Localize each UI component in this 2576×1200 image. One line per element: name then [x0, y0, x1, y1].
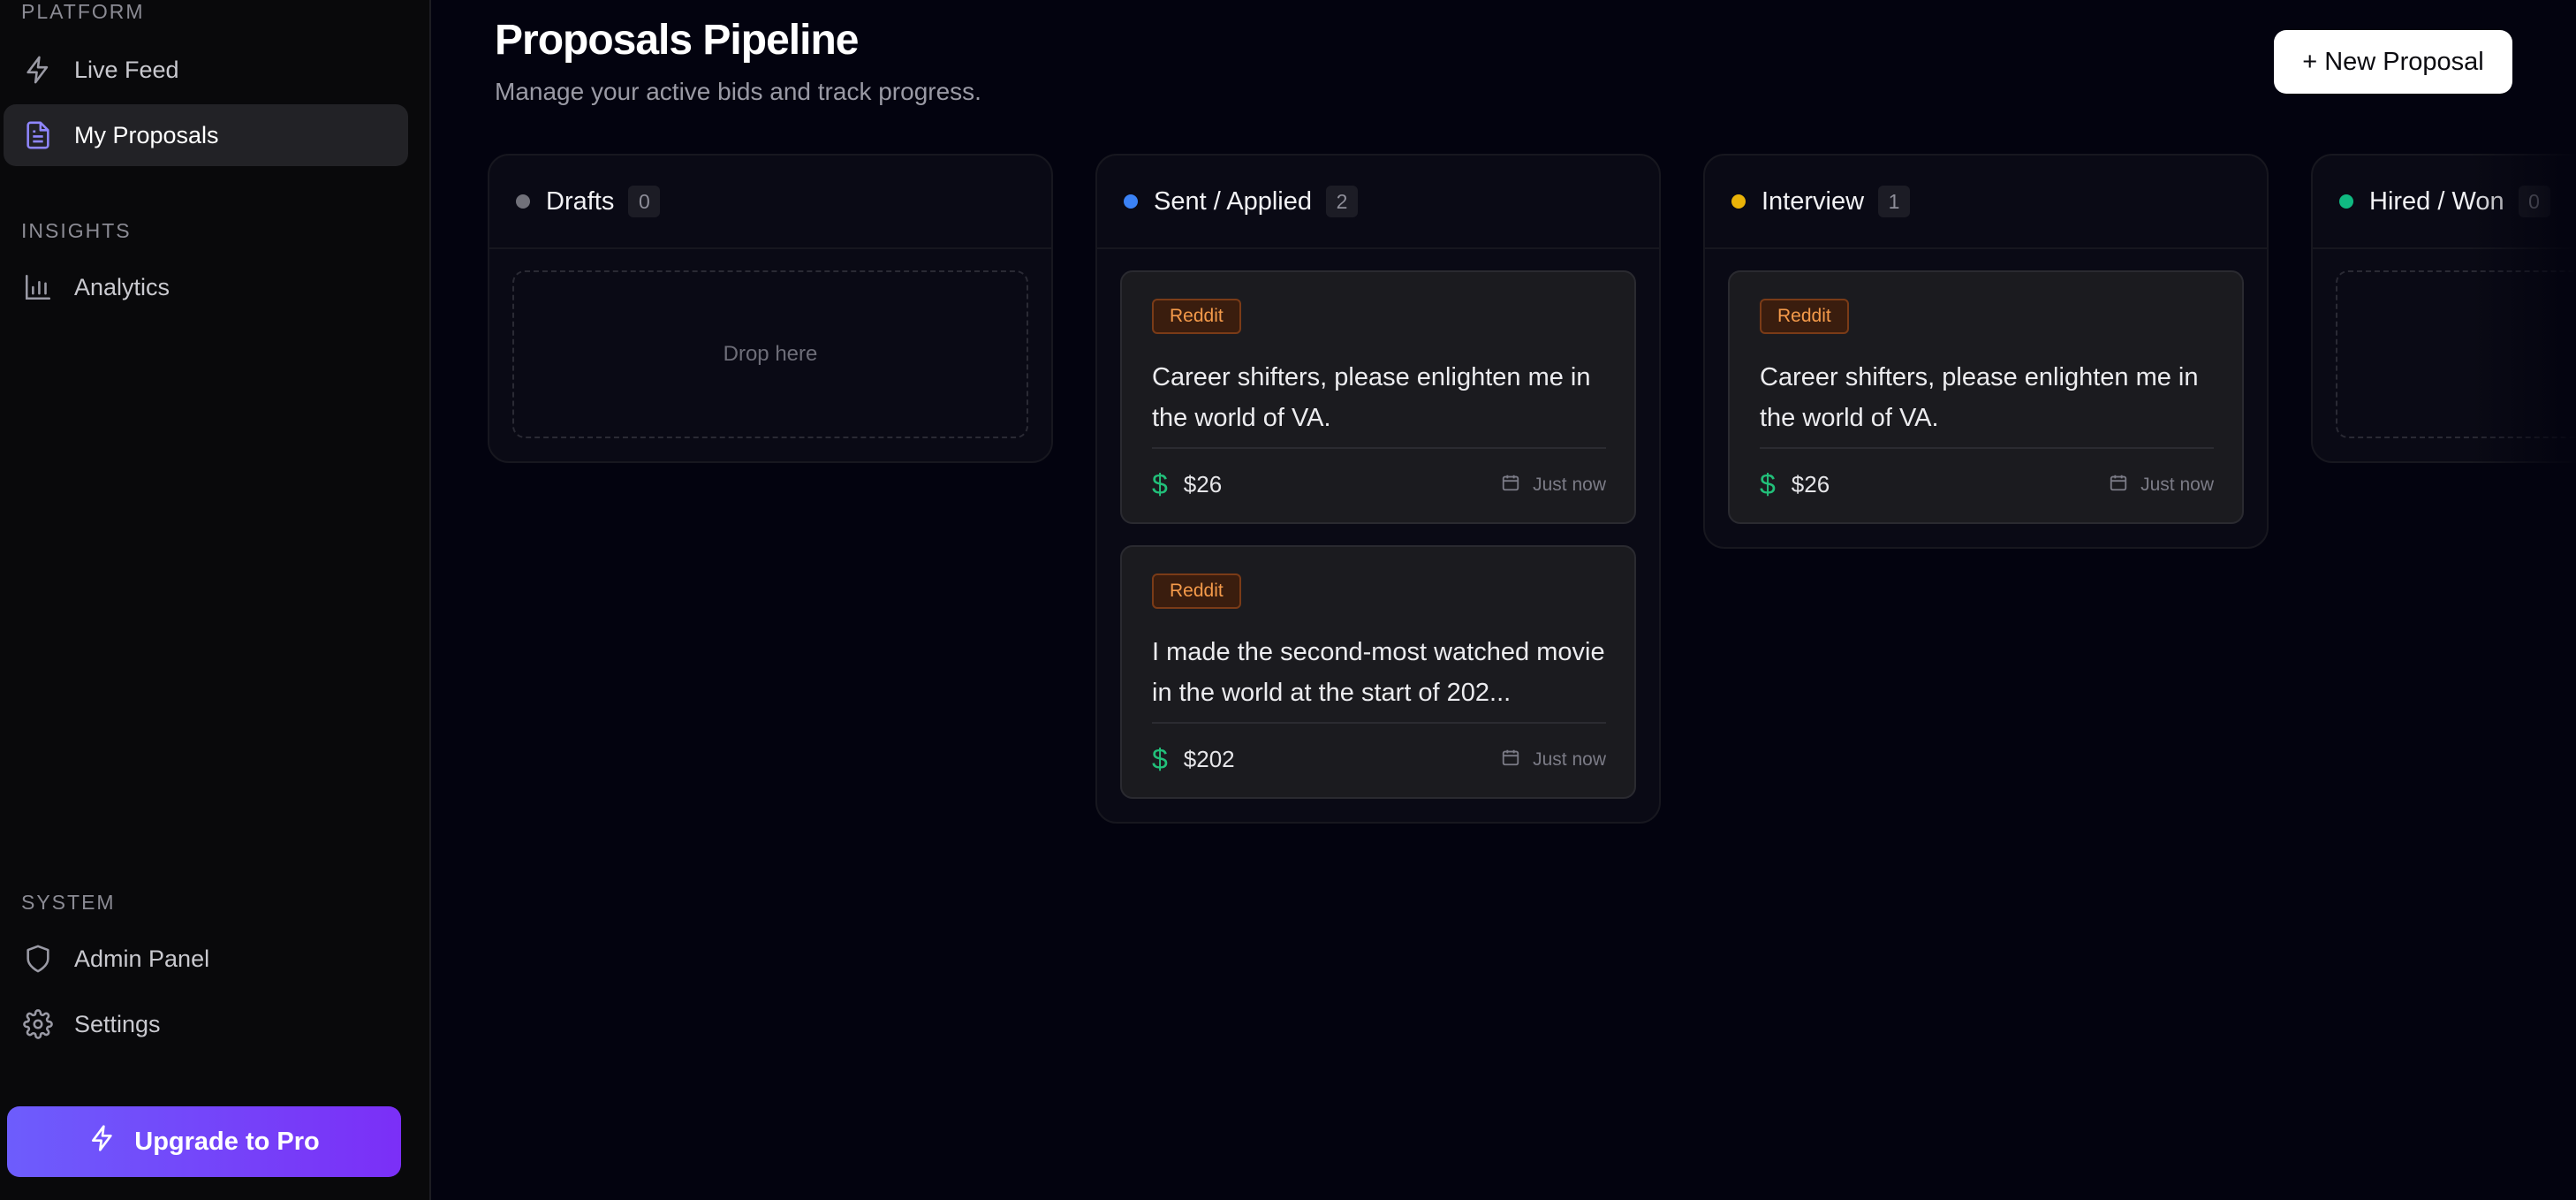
calendar-icon — [1501, 748, 1520, 772]
dollar-icon: $ — [1152, 468, 1168, 500]
proposal-title: I made the second-most watched movie in … — [1152, 638, 1605, 707]
lightning-icon — [21, 53, 55, 87]
source-tag: Reddit — [1152, 299, 1241, 334]
sidebar-item-label: Settings — [74, 1010, 161, 1037]
date-value: Just now — [1533, 748, 1606, 770]
sidebar-item-label: Admin Panel — [74, 945, 210, 972]
kanban-board: Drafts 0 Drop here Sent / Applied 2 Redd… — [433, 150, 2576, 1200]
sidebar-item-admin-panel[interactable]: Admin Panel — [4, 928, 408, 990]
column-hired-won: Hired / Won 0 — [2311, 154, 2576, 463]
sidebar-item-settings[interactable]: Settings — [4, 993, 408, 1055]
price: $ $26 — [1152, 468, 1222, 501]
sidebar-item-analytics[interactable]: Analytics — [4, 256, 408, 318]
document-icon — [21, 118, 55, 152]
bar-chart-icon — [21, 270, 55, 304]
card-footer: $ $202 Just now — [1152, 722, 1606, 776]
sidebar-item-label: Analytics — [74, 273, 170, 300]
status-dot — [516, 194, 530, 209]
column-header: Interview 1 — [1705, 156, 2267, 249]
column-body: Reddit Career shifters, please enlighten… — [1705, 249, 2267, 547]
column-header: Sent / Applied 2 — [1097, 156, 1659, 249]
column-header: Drafts 0 — [489, 156, 1051, 249]
price: $ $202 — [1152, 743, 1235, 776]
column-title: Hired / Won — [2369, 186, 2504, 216]
date: Just now — [1501, 473, 1606, 497]
column-sent-applied: Sent / Applied 2 Reddit Career shifters,… — [1095, 154, 1661, 824]
column-interview: Interview 1 Reddit Career shifters, plea… — [1703, 154, 2269, 549]
card-footer: $ $26 Just now — [1152, 447, 1606, 501]
status-dot — [2339, 194, 2353, 209]
sidebar-item-my-proposals[interactable]: My Proposals — [4, 104, 408, 166]
source-tag: Reddit — [1760, 299, 1849, 334]
upgrade-to-pro-button[interactable]: Upgrade to Pro — [7, 1106, 401, 1177]
column-body: Reddit Career shifters, please enlighten… — [1097, 249, 1659, 822]
column-title: Interview — [1762, 186, 1865, 216]
column-header: Hired / Won 0 — [2313, 156, 2576, 249]
status-dot — [1124, 194, 1138, 209]
date-value: Just now — [1533, 474, 1606, 495]
price: $ $26 — [1760, 468, 1830, 501]
date: Just now — [1501, 748, 1606, 772]
price-value: $26 — [1791, 471, 1830, 497]
calendar-icon — [1501, 473, 1520, 497]
price-value: $202 — [1183, 746, 1235, 772]
drop-zone[interactable] — [2336, 270, 2576, 438]
sidebar-item-live-feed[interactable]: Live Feed — [4, 39, 408, 101]
card-footer: $ $26 Just now — [1760, 447, 2214, 501]
upgrade-label: Upgrade to Pro — [134, 1127, 320, 1156]
dollar-icon: $ — [1152, 743, 1168, 775]
app-root: PLATFORM Live Feed My Proposals INSIGHTS… — [0, 0, 2576, 1200]
column-title: Drafts — [546, 186, 615, 216]
section-label-system: SYSTEM — [21, 891, 116, 914]
column-body: Drop here — [489, 249, 1051, 461]
proposal-title: Career shifters, please enlighten me in … — [1152, 363, 1591, 432]
proposal-title: Career shifters, please enlighten me in … — [1760, 363, 2199, 432]
date-value: Just now — [2140, 474, 2214, 495]
column-drafts: Drafts 0 Drop here — [488, 154, 1053, 463]
sidebar-item-label: My Proposals — [74, 121, 219, 148]
page-title: Proposals Pipeline — [495, 17, 859, 64]
status-dot — [1731, 194, 1746, 209]
sidebar: PLATFORM Live Feed My Proposals INSIGHTS… — [0, 0, 431, 1200]
new-proposal-button[interactable]: + New Proposal — [2274, 30, 2512, 94]
proposal-card[interactable]: Reddit I made the second-most watched mo… — [1120, 545, 1636, 799]
section-label-insights: INSIGHTS — [21, 219, 132, 242]
column-count-badge: 2 — [1325, 186, 1358, 217]
column-count-badge: 0 — [628, 186, 661, 217]
shield-icon — [21, 942, 55, 976]
date: Just now — [2109, 473, 2214, 497]
column-title: Sent / Applied — [1154, 186, 1312, 216]
column-count-badge: 0 — [2518, 186, 2550, 217]
sidebar-item-label: Live Feed — [74, 56, 179, 83]
proposal-card[interactable]: Reddit Career shifters, please enlighten… — [1728, 270, 2244, 524]
price-value: $26 — [1183, 471, 1223, 497]
drop-zone[interactable]: Drop here — [512, 270, 1028, 438]
column-body — [2313, 249, 2576, 461]
calendar-icon — [2109, 473, 2128, 497]
gear-icon — [21, 1007, 55, 1041]
column-count-badge: 1 — [1878, 186, 1911, 217]
source-tag: Reddit — [1152, 573, 1241, 609]
page-subtitle: Manage your active bids and track progre… — [495, 78, 981, 105]
lightning-icon — [88, 1124, 117, 1159]
dollar-icon: $ — [1760, 468, 1776, 500]
proposal-card[interactable]: Reddit Career shifters, please enlighten… — [1120, 270, 1636, 524]
section-label-platform: PLATFORM — [21, 0, 145, 23]
